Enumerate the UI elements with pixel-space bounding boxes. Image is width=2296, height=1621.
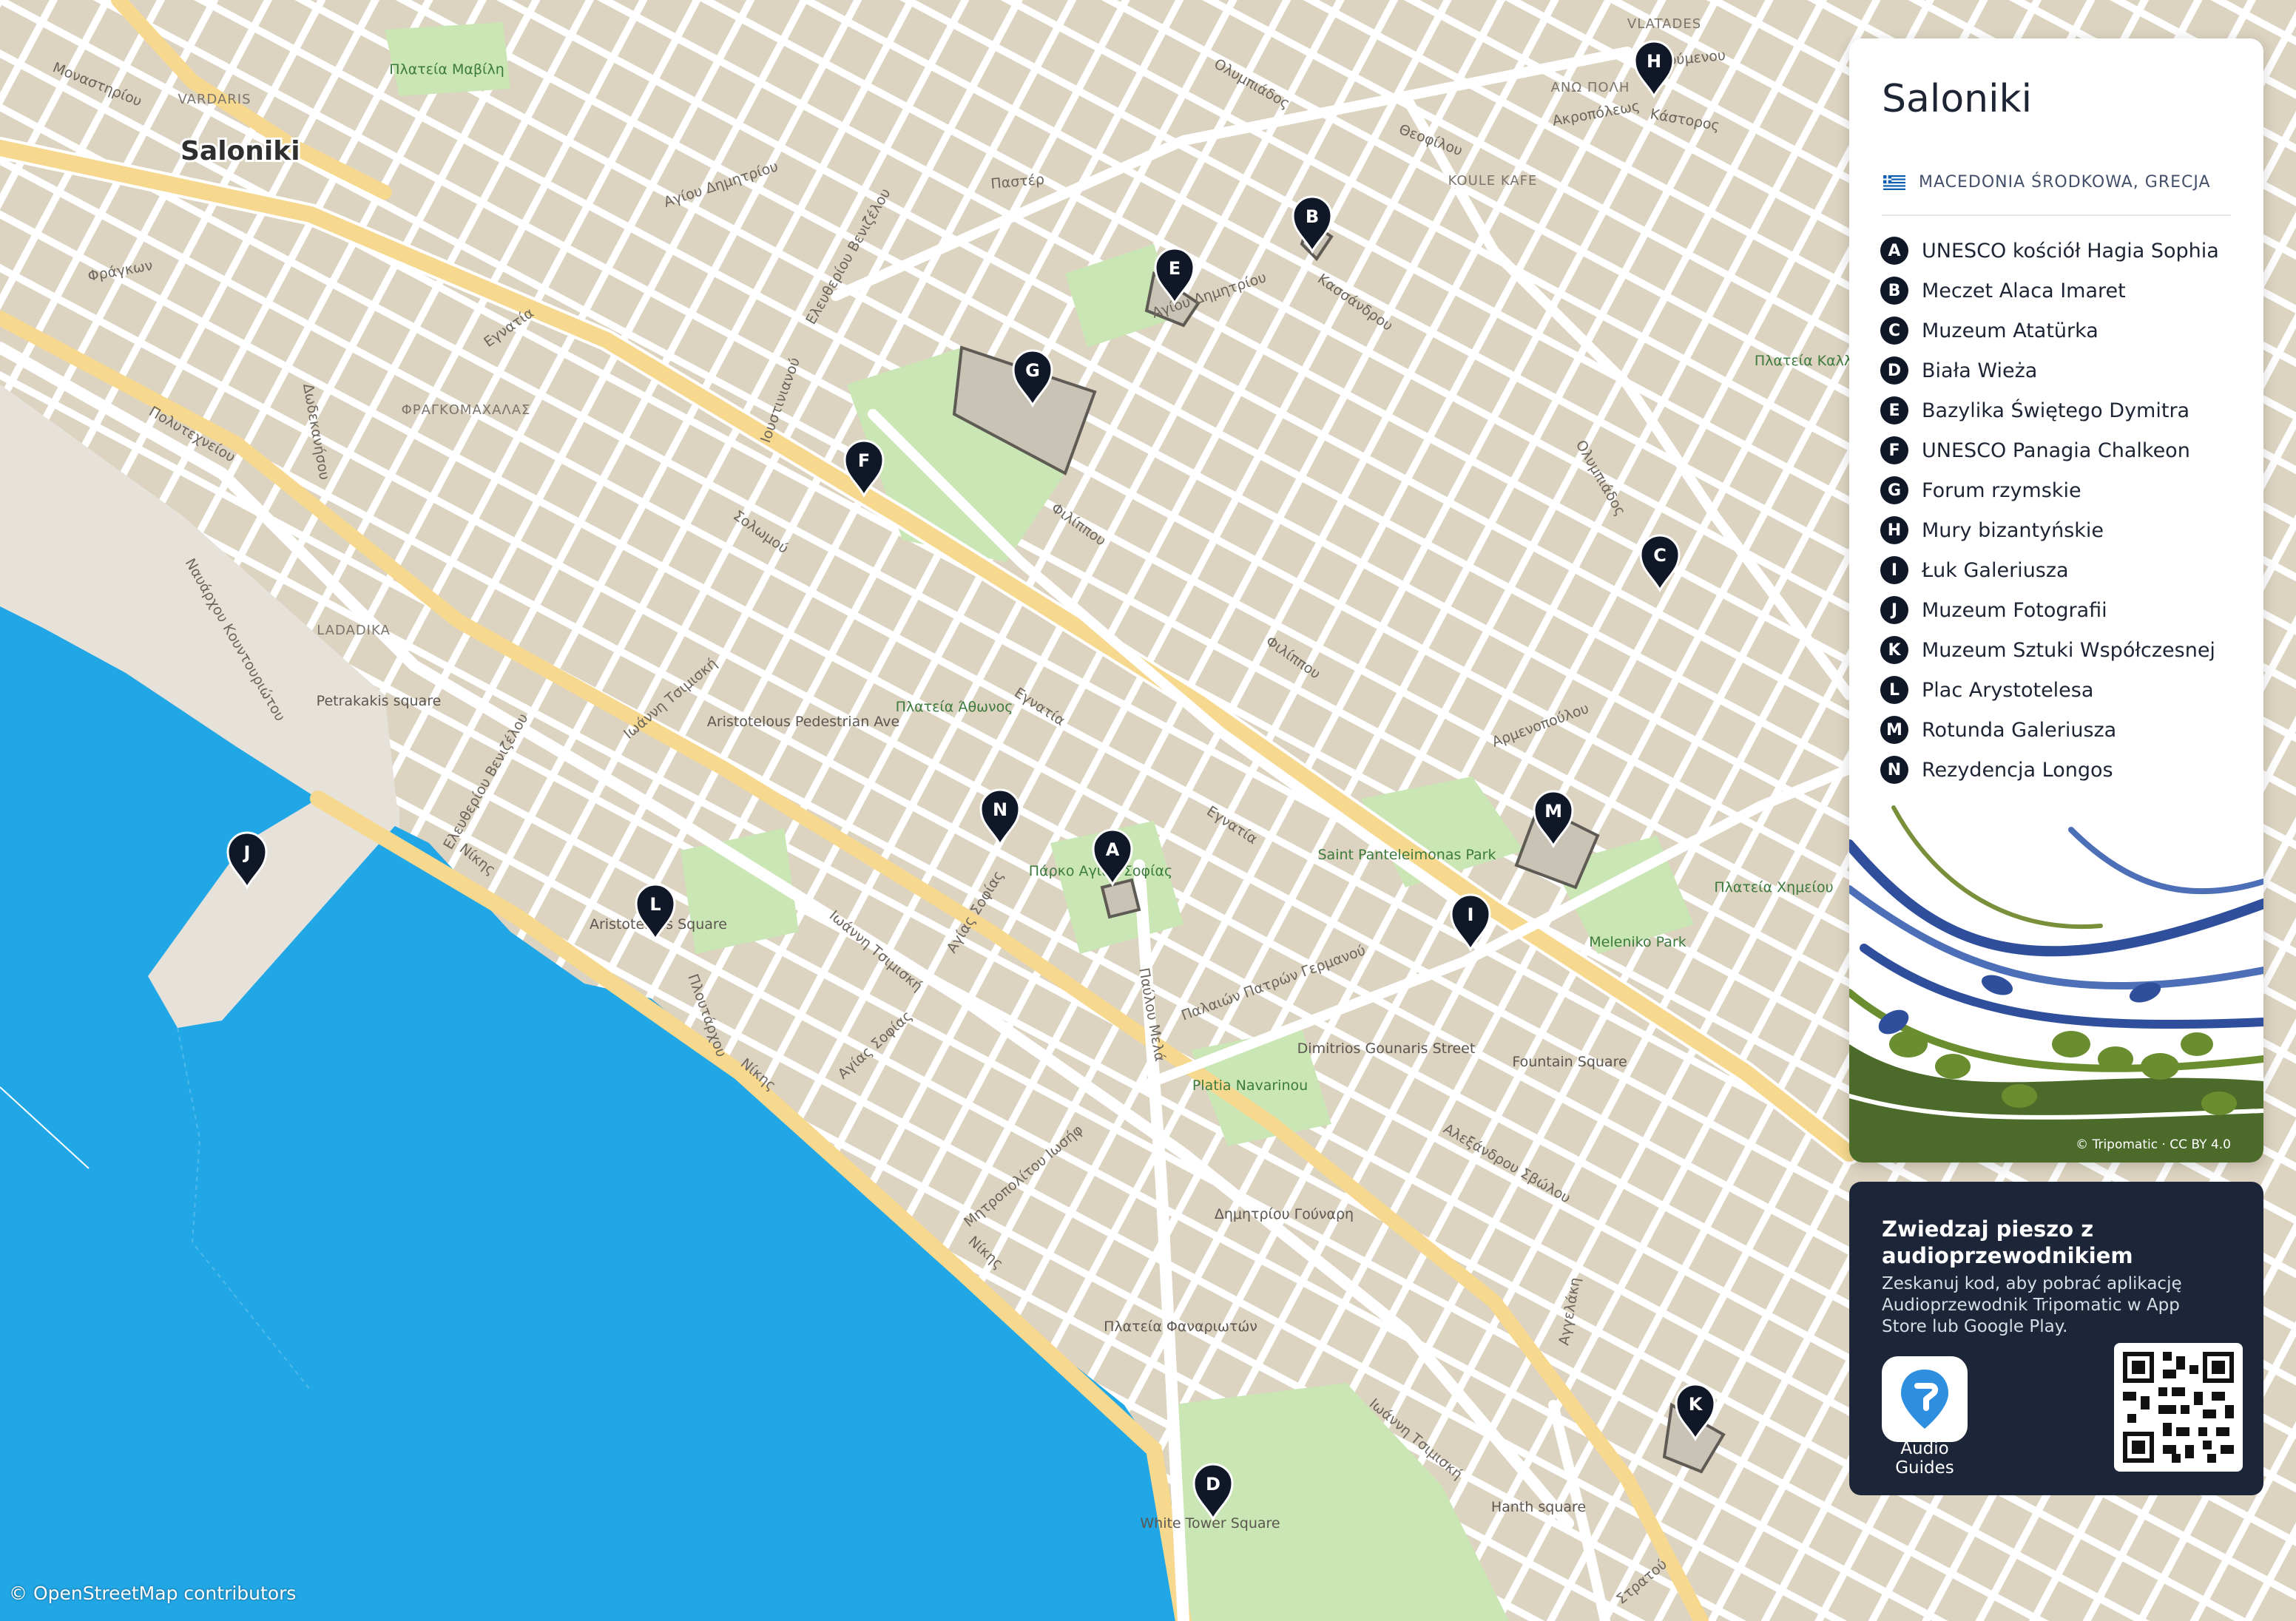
place-label: Fountain Square <box>1512 1054 1627 1070</box>
legend-item[interactable]: B Meczet Alaca Imaret <box>1880 271 2219 311</box>
park-label: Saint Panteleimonas Park <box>1317 847 1496 863</box>
place-label: Hanth square <box>1491 1499 1586 1515</box>
marker-letter: G <box>1025 360 1040 381</box>
district-label: LADADIKA <box>317 623 391 638</box>
legend-item-name: Muzeum Atatürka <box>1922 319 2099 342</box>
legend-badge: B <box>1880 277 1908 305</box>
legend-region: MACEDONIA ŚRODKOWA, GRECJA <box>1919 173 2211 192</box>
legend-item[interactable]: G Forum rzymskie <box>1880 470 2219 510</box>
legend-badge: G <box>1880 476 1908 504</box>
legend-credit[interactable]: © Tripomatic · CC BY 4.0 <box>2076 1137 2231 1152</box>
marker-letter: M <box>1544 801 1562 822</box>
legend-item[interactable]: I Łuk Galeriusza <box>1880 550 2219 590</box>
legend-item-name: Rezydencja Longos <box>1922 758 2113 782</box>
park-label: Πλατεία Χημείου <box>1714 879 1833 896</box>
legend-item-name: Forum rzymskie <box>1922 478 2081 502</box>
legend-badge: E <box>1880 396 1908 424</box>
city-label: Saloniki <box>180 136 300 166</box>
legend-item[interactable]: K Muzeum Sztuki Współczesnej <box>1880 630 2219 670</box>
legend-badge: J <box>1880 596 1908 624</box>
legend-item[interactable]: E Bazylika Świętego Dymitra <box>1880 390 2219 430</box>
legend-item[interactable]: J Muzeum Fotografii <box>1880 590 2219 630</box>
marker-letter: H <box>1647 51 1661 72</box>
legend-badge: C <box>1880 317 1908 345</box>
marker-letter: D <box>1206 1474 1220 1495</box>
place-label: Πλατεία Φαναριωτών <box>1104 1319 1257 1335</box>
legend-item-name: Łuk Galeriusza <box>1922 558 2069 582</box>
legend-badge: F <box>1880 436 1908 464</box>
olive-branch-illustration <box>1849 800 2263 1163</box>
legend-item-name: Mury bizantyńskie <box>1922 518 2104 542</box>
legend-list: A UNESCO kościół Hagia Sophia B Meczet Ala… <box>1880 231 2219 790</box>
place-label: Δημητρίου Γούναρη <box>1215 1206 1354 1222</box>
district-label: KOULE KAFE <box>1448 173 1538 189</box>
legend-badge: D <box>1880 356 1908 385</box>
marker-letter: A <box>1106 839 1120 860</box>
legend-item-name: Plac Arystotelesa <box>1922 678 2094 702</box>
marker-letter: F <box>858 450 870 471</box>
legend-badge: H <box>1880 516 1908 544</box>
legend-badge: N <box>1880 756 1908 784</box>
legend-item[interactable]: F UNESCO Panagia Chalkeon <box>1880 430 2219 470</box>
legend-item[interactable]: H Mury bizantyńskie <box>1880 510 2219 550</box>
park-label: Πλατεία Άθωνος <box>896 699 1013 715</box>
place-label: Aristotelous Pedestrian Ave <box>707 714 899 730</box>
promo-title: Zwiedzaj pieszo z audioprzewodnikiem <box>1882 1216 2133 1268</box>
place-label: White Tower Square <box>1140 1515 1280 1532</box>
promo-body: Zeskanuj kod, aby pobrać aplikację Audio… <box>1882 1274 2182 1336</box>
park-label: Platia Navarinou <box>1192 1077 1308 1094</box>
app-icon[interactable] <box>1882 1356 1968 1442</box>
greek-flag-icon <box>1883 175 1905 190</box>
qr-code-icon <box>2123 1352 2234 1463</box>
legend-item-name: UNESCO Panagia Chalkeon <box>1922 439 2190 462</box>
district-label: ΦΡΑΓΚΟΜΑΧΑΛΑΣ <box>402 402 531 418</box>
legend-item-name: Muzeum Fotografii <box>1922 598 2107 622</box>
legend-item-name: Biała Wieża <box>1922 359 2038 382</box>
place-label: Petrakakis square <box>317 693 442 709</box>
legend-item[interactable]: N Rezydencja Longos <box>1880 750 2219 790</box>
legend-item[interactable]: C Muzeum Atatürka <box>1880 311 2219 351</box>
legend-title: Saloniki <box>1882 77 2033 121</box>
district-label: VLATADES <box>1627 16 1701 32</box>
legend-item[interactable]: A UNESCO kościół Hagia Sophia <box>1880 231 2219 271</box>
app-label: Audio Guides <box>1895 1439 1954 1478</box>
marker-letter: I <box>1468 904 1474 925</box>
legend-item[interactable]: L Plac Arystotelesa <box>1880 670 2219 710</box>
marker-letter: E <box>1169 258 1181 279</box>
legend-badge: L <box>1880 676 1908 704</box>
park-label: Πλατεία Μαβίλη <box>389 61 504 78</box>
legend-item-name: Rotunda Galeriusza <box>1922 718 2117 742</box>
marker-letter: K <box>1689 1394 1704 1415</box>
marker-letter: L <box>649 894 661 915</box>
map-attribution[interactable]: © OpenStreetMap contributors <box>9 1583 296 1604</box>
marker-letter: B <box>1306 206 1319 227</box>
legend-item[interactable]: D Biała Wieża <box>1880 351 2219 390</box>
legend-item-name: Muzeum Sztuki Współczesnej <box>1922 638 2215 662</box>
legend-item-name: UNESCO kościół Hagia Sophia <box>1922 239 2219 263</box>
legend-item-name: Meczet Alaca Imaret <box>1922 279 2126 302</box>
district-label: VARDARIS <box>178 92 251 107</box>
legend-item[interactable]: M Rotunda Galeriusza <box>1880 710 2219 750</box>
legend-panel: Saloniki MACEDONIA ŚRODKOWA, GRECJA A UNE… <box>1849 38 2263 1163</box>
legend-badge: M <box>1880 716 1908 744</box>
marker-letter: N <box>993 799 1007 820</box>
qr-code[interactable] <box>2114 1343 2243 1472</box>
map-pin-icon <box>1901 1370 1948 1429</box>
divider <box>1882 214 2231 216</box>
district-label: ΑΝΩ ΠΟΛΗ <box>1551 80 1630 95</box>
legend-badge: I <box>1880 556 1908 584</box>
legend-item-name: Bazylika Świętego Dymitra <box>1922 399 2190 422</box>
audio-guide-promo: Zwiedzaj pieszo z audioprzewodnikiem Zes… <box>1849 1182 2263 1495</box>
marker-letter: C <box>1653 545 1667 566</box>
legend-badge: K <box>1880 636 1908 664</box>
legend-badge: A <box>1880 237 1908 265</box>
marker-letter: J <box>243 842 251 863</box>
park-label: Meleniko Park <box>1589 934 1686 950</box>
place-label: Dimitrios Gounaris Street <box>1297 1040 1476 1057</box>
